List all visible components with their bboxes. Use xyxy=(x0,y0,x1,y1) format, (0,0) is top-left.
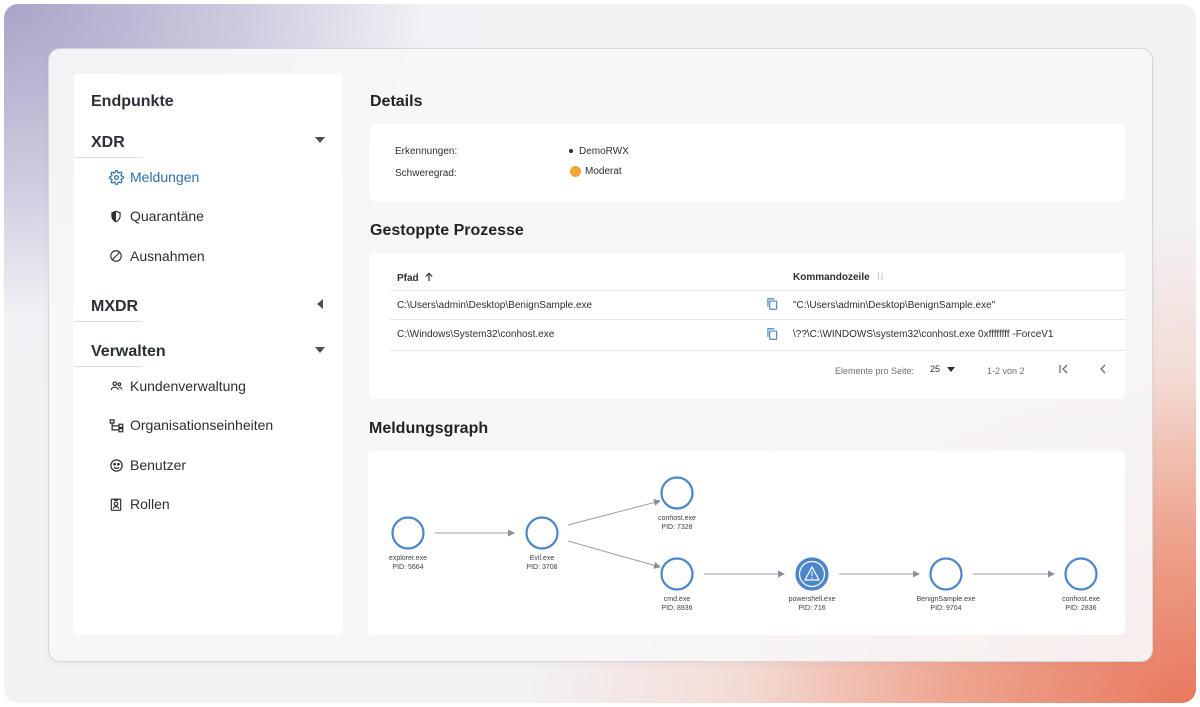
graph-heading: Meldungsgraph xyxy=(369,420,489,437)
section-divider xyxy=(74,321,142,322)
per-page-value: 25 xyxy=(930,364,941,374)
node-pid: PID: 3708 xyxy=(526,564,558,571)
sidebar-item-label: Organisationseinheiten xyxy=(130,417,274,433)
node-name: Evil.exe xyxy=(529,555,555,562)
node-pid: PID: 7328 xyxy=(661,524,693,531)
sidebar-item-organisationseinheiten[interactable]: Organisationseinheiten xyxy=(108,414,273,436)
sidebar-item-label: Kundenverwaltung xyxy=(130,378,246,394)
graph-card: explorer.exe PID: 5664 Evil.exe PID: 370… xyxy=(368,451,1125,635)
node-name: cmd.exe xyxy=(663,596,691,603)
sidebar-item-label: Rollen xyxy=(130,496,170,512)
node-name: BenignSample.exe xyxy=(916,596,976,603)
sidebar-item-benutzer[interactable]: Benutzer xyxy=(108,454,186,476)
node-label: BenignSample.exe PID: 9704 xyxy=(901,595,991,613)
path-cell: C:\Users\admin\Desktop\BenignSample.exe xyxy=(397,300,593,311)
process-node[interactable] xyxy=(391,516,425,550)
id-badge-icon xyxy=(108,496,124,512)
chevron-left-icon[interactable] xyxy=(317,299,323,309)
section-divider xyxy=(74,366,142,367)
items-per-page-label: Elemente pro Seite: xyxy=(835,366,915,376)
row-divider xyxy=(390,319,1125,320)
node-label: cmd.exe PID: 8936 xyxy=(632,595,722,613)
processes-heading: Gestoppte Prozesse xyxy=(370,222,524,239)
sidebar-item-label: Meldungen xyxy=(130,169,200,185)
node-pid: PID: 5664 xyxy=(392,564,424,571)
shield-icon xyxy=(108,208,124,224)
section-divider xyxy=(74,157,142,158)
command-cell: "C:\Users\admin\Desktop\BenignSample.exe… xyxy=(793,300,996,311)
node-name: powershell.exe xyxy=(788,596,836,603)
command-cell: \??\C:\WINDOWS\system32\conhost.exe 0xff… xyxy=(793,329,1054,340)
path-cell: C:\Windows\System32\conhost.exe xyxy=(397,329,555,340)
sidebar-item-kundenverwaltung[interactable]: Kundenverwaltung xyxy=(108,375,246,397)
previous-page-icon[interactable] xyxy=(1097,363,1109,375)
node-name: conhost.exe xyxy=(1062,596,1100,603)
processes-card: Pfad Kommandozeile C:\Users\admin\Deskto… xyxy=(370,253,1125,399)
sidebar-item-ausnahmen[interactable]: Ausnahmen xyxy=(108,245,205,267)
process-node[interactable] xyxy=(929,557,963,591)
gear-icon xyxy=(108,169,124,185)
sidebar-item-meldungen[interactable]: Meldungen xyxy=(108,166,199,188)
node-label: conhost.exe PID: 7328 xyxy=(632,514,722,532)
severity-label: Schweregrad: xyxy=(395,168,457,179)
severity-dot-icon xyxy=(570,166,581,177)
node-name: explorer.exe xyxy=(388,555,428,562)
sidebar-item-label: Ausnahmen xyxy=(130,248,205,264)
sidebar-item-rollen[interactable]: Rollen xyxy=(108,493,170,515)
details-heading: Details xyxy=(370,93,423,110)
sidebar-item-label: Quarantäne xyxy=(130,208,204,224)
process-node[interactable] xyxy=(525,516,559,550)
detections-label: Erkennungen: xyxy=(395,146,458,157)
section-mxdr[interactable]: MXDR xyxy=(91,298,138,316)
sidebar: Endpunkte XDR Meldungen Quarantäne Ausna… xyxy=(74,74,342,635)
column-header-command[interactable]: Kommandozeile xyxy=(793,272,884,283)
first-page-icon[interactable] xyxy=(1058,363,1070,375)
section-verwalten[interactable]: Verwalten xyxy=(91,343,166,361)
node-name: conhost.exe xyxy=(658,515,696,522)
node-label: powershell.exe PID: 716 xyxy=(767,595,857,613)
sidebar-title: Endpunkte xyxy=(91,93,174,110)
process-node[interactable] xyxy=(660,476,694,510)
alert-graph xyxy=(391,476,1098,591)
sort-icon xyxy=(878,273,883,280)
users-icon xyxy=(108,378,124,394)
node-label: Evil.exe PID: 3708 xyxy=(497,554,587,572)
sidebar-item-label: Benutzer xyxy=(130,457,187,473)
block-icon xyxy=(108,248,124,264)
chevron-down-icon[interactable] xyxy=(315,347,325,353)
process-node[interactable] xyxy=(1064,557,1098,591)
alert-process-node[interactable] xyxy=(795,557,829,591)
node-label: conhost.exe PID: 2836 xyxy=(1036,595,1126,613)
details-card: Erkennungen: DemoRWX Schweregrad: Modera… xyxy=(370,124,1125,201)
caret-down-icon xyxy=(947,366,956,372)
node-label: explorer.exe PID: 5664 xyxy=(363,554,453,572)
copy-icon[interactable] xyxy=(765,297,779,311)
detection-name: DemoRWX xyxy=(579,146,629,157)
detections-value: DemoRWX xyxy=(569,146,629,157)
chevron-down-icon[interactable] xyxy=(315,137,325,143)
copy-icon[interactable] xyxy=(765,327,779,341)
sidebar-item-quarantaene[interactable]: Quarantäne xyxy=(108,205,204,227)
severity-badge: Moderat xyxy=(570,166,622,177)
column-header-path[interactable]: Pfad xyxy=(397,272,434,284)
node-pid: PID: 2836 xyxy=(1065,605,1097,612)
node-pid: PID: 9704 xyxy=(930,605,962,612)
severity-value: Moderat xyxy=(585,166,622,178)
row-divider xyxy=(390,290,1125,291)
node-pid: PID: 716 xyxy=(798,605,826,612)
user-circle-icon xyxy=(108,457,124,473)
process-node[interactable] xyxy=(660,557,694,591)
column-label: Kommandozeile xyxy=(793,272,870,283)
section-xdr[interactable]: XDR xyxy=(91,134,125,152)
node-pid: PID: 8936 xyxy=(661,605,693,612)
row-divider xyxy=(390,350,1125,351)
sort-ascending-icon xyxy=(425,272,434,281)
bullet-icon xyxy=(569,149,573,154)
column-label: Pfad xyxy=(397,273,419,284)
org-units-icon xyxy=(108,417,124,433)
items-per-page-select[interactable]: 25 xyxy=(930,364,956,374)
page-range: 1-2 von 2 xyxy=(987,366,1025,376)
